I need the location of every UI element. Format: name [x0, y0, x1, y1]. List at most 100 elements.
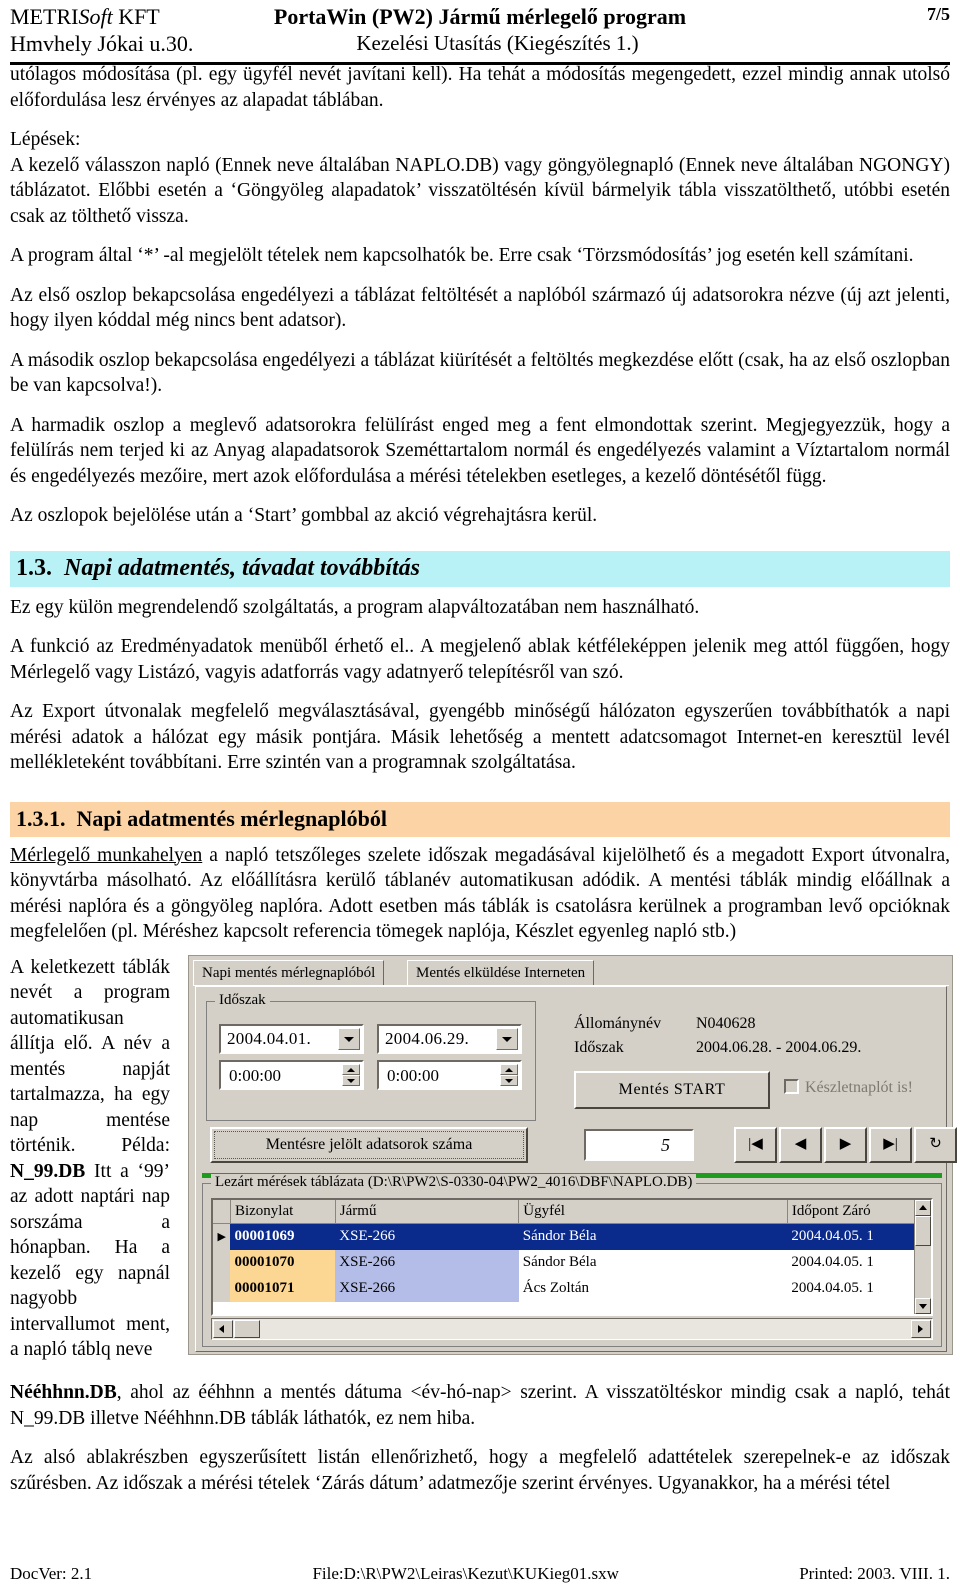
paragraph-1: utólagos módosítása (pl. egy ügyfél nevé…	[10, 64, 950, 111]
time-from-spinner[interactable]: 0:00:00	[219, 1059, 364, 1090]
record-navigator: |◀ ◀ ▶ ▶| ↻	[734, 1126, 959, 1163]
section-131-paragraph-1: Mérlegelő munkahelyen a napló tetszőlege…	[10, 843, 950, 945]
column-header-idopont-zaro[interactable]: Időpont Záró	[787, 1199, 920, 1224]
footer-file: File:D:\R\PW2\Leiras\Kezut\KUKieg01.sxw	[312, 1564, 619, 1583]
start-save-button[interactable]: Mentés START	[574, 1070, 770, 1109]
document-subtitle: Kezelési Utasítás (Kiegészítés 1.)	[356, 31, 639, 55]
side-text-a: A keletkezett táblák nevét a program aut…	[10, 956, 170, 1157]
table-name-pattern: Nééhhnn.DB	[10, 1382, 117, 1403]
section-13-paragraph-3: Az Export útvonalak megfelelő megválaszt…	[10, 701, 950, 773]
next-record-button[interactable]: ▶	[824, 1126, 867, 1163]
marked-rows-count-label: Mentésre jelölt adatsorok száma	[214, 1130, 524, 1159]
side-column-paragraph: A keletkezett táblák nevét a program aut…	[10, 955, 170, 1363]
table-row[interactable]: 00001071 XSE-266 Ács Zoltán 2004.04.05. …	[213, 1275, 919, 1302]
filename-value: N040628	[696, 1014, 756, 1032]
time-to-spinner[interactable]: 0:00:00	[377, 1059, 522, 1090]
cell-bizonylat: 00001069	[230, 1223, 336, 1250]
section-13-paragraph-1: Ez egy külön megrendelendő szolgáltatás,…	[10, 596, 700, 618]
chevron-down-icon[interactable]	[496, 1027, 518, 1050]
section-13-paragraph-2: A funkció az Eredményadatok menüből érhe…	[10, 636, 950, 683]
stock-log-checkbox[interactable]: Készletnaplót is!	[784, 1078, 913, 1097]
grid-vertical-scrollbar[interactable]	[914, 1199, 931, 1314]
marked-rows-count-button[interactable]: Mentésre jelölt adatsorok száma	[210, 1126, 528, 1163]
marked-rows-count-value: 5	[584, 1128, 694, 1161]
paragraph-7: Az oszlopok bejelölése után a ‘Start’ go…	[10, 505, 598, 526]
merlegelo-munkahelyen-underlined: Mérlegelő munkahelyen	[10, 844, 203, 866]
table-row[interactable]: 00001070 XSE-266 Sándor Béla 2004.04.05.…	[213, 1249, 919, 1276]
last-record-icon: ▶|	[883, 1136, 898, 1152]
scroll-down-icon[interactable]	[915, 1297, 931, 1314]
prev-record-button[interactable]: ◀	[779, 1126, 822, 1163]
prev-record-icon: ◀	[794, 1136, 807, 1152]
cell-bizonylat: 00001071	[230, 1275, 336, 1302]
tail-paragraph-1: Nééhhnn.DB, ahol az ééhhnn a mentés dátu…	[10, 1380, 950, 1431]
spinner-arrows[interactable]	[342, 1063, 360, 1086]
stock-log-checkbox-label: Készletnaplót is!	[805, 1078, 913, 1096]
cell-jarmu: XSE-266	[335, 1249, 519, 1276]
chevron-up-icon[interactable]	[342, 1063, 360, 1075]
row-indicator-icon: ▶	[213, 1223, 231, 1250]
column-header-jarmu[interactable]: Jármű	[335, 1199, 520, 1224]
date-from-combo[interactable]: 2004.04.01.	[219, 1023, 364, 1054]
footer-docver: DocVer: 2.1	[10, 1564, 93, 1583]
chevron-up-icon[interactable]	[500, 1063, 518, 1075]
section-number-1-3: 1.3.	[16, 554, 52, 581]
time-from-value: 0:00:00	[229, 1065, 281, 1085]
tab-napi-mentes-merlegnaplobol[interactable]: Napi mentés mérlegnaplóból	[193, 959, 385, 985]
chevron-down-icon[interactable]	[342, 1074, 360, 1086]
checkbox-box[interactable]	[784, 1078, 799, 1094]
refresh-icon: ↻	[929, 1136, 942, 1152]
column-header-bizonylat[interactable]: Bizonylat	[230, 1199, 336, 1224]
horizontal-scroll-thumb[interactable]	[234, 1319, 260, 1338]
scroll-left-icon[interactable]	[213, 1319, 233, 1338]
grid-horizontal-scrollbar[interactable]	[211, 1317, 933, 1340]
document-body: utólagos módosítása (pl. egy ügyfél nevé…	[10, 62, 957, 1363]
scroll-down-wrapper	[915, 1297, 931, 1314]
cell-ugyfel: Sándor Béla	[518, 1223, 788, 1250]
cell-ugyfel: Sándor Béla	[518, 1249, 788, 1276]
date-from-value: 2004.04.01.	[227, 1028, 312, 1048]
period-value: 2004.06.28. - 2004.06.29.	[696, 1038, 862, 1056]
tail-paragraph-2: Az alsó ablakrészben egyszerűsített list…	[10, 1447, 950, 1494]
scroll-up-icon[interactable]	[915, 1199, 931, 1216]
header-row: Bizonylat Jármű Ügyfél Időpont Záró	[213, 1199, 920, 1224]
document-footer: DocVer: 2.1 File:D:\R\PW2\Leiras\Kezut\K…	[10, 1564, 950, 1584]
side-text-b: Itt a ‘99’ az adott naptári nap sorszáma…	[10, 1160, 170, 1361]
tab-mentes-elkuldese-interneten[interactable]: Mentés elküldése Interneten	[407, 959, 595, 985]
spinner-arrows[interactable]	[500, 1063, 518, 1086]
table-body: ▶ 00001069 XSE-266 Sándor Béla 2004.04.0…	[213, 1223, 919, 1302]
app-screenshot: Napi mentés mérlegnaplóból Mentés elküld…	[188, 954, 957, 1355]
table-header: Bizonylat Jármű Ügyfél Időpont Záró	[213, 1199, 920, 1224]
table-row[interactable]: ▶ 00001069 XSE-266 Sándor Béla 2004.04.0…	[213, 1223, 919, 1250]
date-to-value: 2004.06.29.	[385, 1028, 470, 1048]
closed-measurements-groupbox: Lezárt mérések táblázata (D:\R\PW2\S-033…	[202, 1173, 942, 1347]
cell-idopont: 2004.04.05. 1	[787, 1249, 919, 1276]
column-header-ugyfel[interactable]: Ügyfél	[518, 1199, 788, 1224]
refresh-button[interactable]: ↻	[914, 1126, 957, 1163]
period-groupbox: Időszak 2004.04.01. 2004.06.29. 0:00:00	[206, 991, 536, 1121]
vertical-scroll-thumb[interactable]	[915, 1215, 931, 1246]
cell-ugyfel: Ács Zoltán	[518, 1275, 788, 1302]
footer-printed: Printed: 2003. VIII. 1.	[799, 1564, 950, 1583]
paragraph-4: Az első oszlop bekapcsolása engedélyezi …	[10, 284, 950, 332]
first-record-icon: |◀	[748, 1136, 763, 1152]
chevron-down-icon[interactable]	[500, 1074, 518, 1086]
scroll-right-icon[interactable]	[911, 1319, 931, 1338]
chevron-down-icon[interactable]	[338, 1027, 360, 1050]
tab-strip: Napi mentés mérlegnaplóból Mentés elküld…	[193, 959, 949, 986]
document-page: METRISoft KFT PortaWin (PW2) Jármű mérle…	[0, 0, 960, 1594]
row-indicator-blank	[213, 1275, 231, 1302]
paragraph-6: A harmadik oszlop a meglevő adatsorokra …	[10, 414, 950, 487]
measurements-grid[interactable]: Bizonylat Jármű Ügyfél Időpont Záró ▶ 00…	[211, 1197, 933, 1316]
section-number-1-3-1: 1.3.1.	[16, 805, 66, 831]
date-to-combo[interactable]: 2004.06.29.	[377, 1023, 522, 1054]
tab-panel: Időszak 2004.04.01. 2004.06.29. 0:00:00	[195, 985, 957, 1352]
last-record-button[interactable]: ▶|	[869, 1126, 912, 1163]
row-indicator-blank	[213, 1249, 231, 1276]
cell-idopont: 2004.04.05. 1	[787, 1275, 919, 1302]
period-label: Időszak	[574, 1038, 624, 1056]
cell-idopont: 2004.04.05. 1	[787, 1223, 919, 1250]
cell-jarmu: XSE-266	[335, 1275, 519, 1302]
time-to-value: 0:00:00	[387, 1065, 439, 1085]
first-record-button[interactable]: |◀	[734, 1126, 777, 1163]
